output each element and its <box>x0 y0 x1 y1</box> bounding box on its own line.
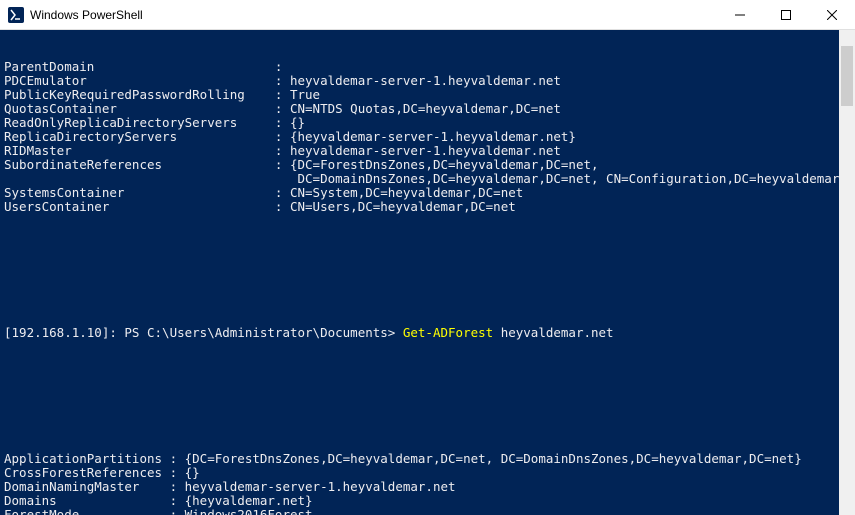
command-name: Get-ADForest <box>403 325 493 340</box>
output-line: SystemsContainer : CN=System,DC=heyvalde… <box>4 186 851 200</box>
output-line: RIDMaster : heyvaldemar-server-1.heyvald… <box>4 144 851 158</box>
prompt-prefix: [192.168.1.10]: PS C:\Users\Administrato… <box>4 325 403 340</box>
output-line: QuotasContainer : CN=NTDS Quotas,DC=heyv… <box>4 102 851 116</box>
output-line: ParentDomain : <box>4 60 851 74</box>
output-line: ReplicaDirectoryServers : {heyvaldemar-s… <box>4 130 851 144</box>
output-line: Domains : {heyvaldemar.net} <box>4 494 851 508</box>
output-block-addomain: ParentDomain : PDCEmulator : heyvaldemar… <box>4 60 851 214</box>
blank-line <box>4 284 851 298</box>
scrollbar-thumb[interactable] <box>841 46 853 106</box>
blank-line <box>4 368 851 382</box>
output-line: PublicKeyRequiredPasswordRolling : True <box>4 88 851 102</box>
blank-line <box>4 410 851 424</box>
command-arg: heyvaldemar.net <box>501 325 614 340</box>
prompt-line-1: [192.168.1.10]: PS C:\Users\Administrato… <box>4 326 851 340</box>
output-line: ForestMode : Windows2016Forest <box>4 508 851 515</box>
output-line: UsersContainer : CN=Users,DC=heyvaldemar… <box>4 200 851 214</box>
terminal-output[interactable]: ParentDomain : PDCEmulator : heyvaldemar… <box>0 30 855 515</box>
close-button[interactable] <box>809 0 855 29</box>
output-line: PDCEmulator : heyvaldemar-server-1.heyva… <box>4 74 851 88</box>
blank-line <box>4 242 851 256</box>
output-line: CrossForestReferences : {} <box>4 466 851 480</box>
window-title: Windows PowerShell <box>30 8 717 22</box>
output-line: ReadOnlyReplicaDirectoryServers : {} <box>4 116 851 130</box>
window-controls <box>717 0 855 29</box>
maximize-button[interactable] <box>763 0 809 29</box>
output-line: ApplicationPartitions : {DC=ForestDnsZon… <box>4 452 851 466</box>
minimize-button[interactable] <box>717 0 763 29</box>
output-block-adforest: ApplicationPartitions : {DC=ForestDnsZon… <box>4 452 851 515</box>
output-line: DC=DomainDnsZones,DC=heyvaldemar,DC=net,… <box>4 172 851 186</box>
title-bar: Windows PowerShell <box>0 0 855 30</box>
powershell-icon <box>8 7 24 23</box>
output-line: SubordinateReferences : {DC=ForestDnsZon… <box>4 158 851 172</box>
scrollbar[interactable] <box>839 30 855 515</box>
output-line: DomainNamingMaster : heyvaldemar-server-… <box>4 480 851 494</box>
